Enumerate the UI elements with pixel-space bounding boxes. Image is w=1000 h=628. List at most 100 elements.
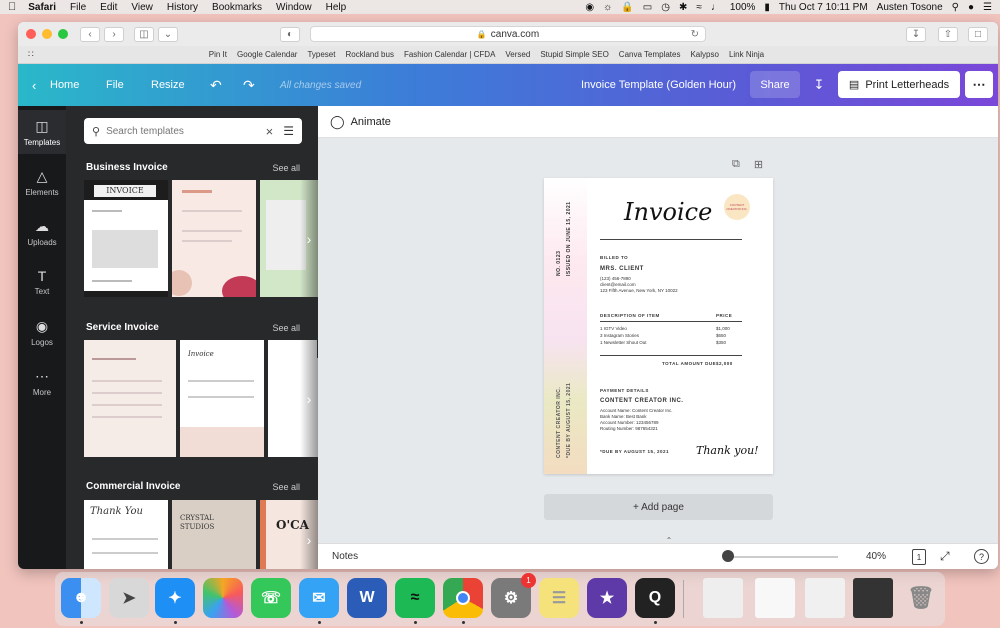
recent-document-3-icon[interactable] xyxy=(805,578,845,618)
notes-button[interactable]: Notes xyxy=(332,551,358,562)
rail-text[interactable]: T Text xyxy=(18,260,66,304)
rail-templates[interactable]: ◫ Templates xyxy=(18,110,66,154)
siri-icon[interactable]: ● xyxy=(968,2,974,13)
commercial-invoice-see-all[interactable]: See all xyxy=(272,482,300,492)
creative-cloud-icon[interactable]: ☼ xyxy=(603,2,612,13)
bookmark-google-calendar[interactable]: Google Calendar xyxy=(237,50,297,59)
template-thumb-commercial-1[interactable]: Thank You xyxy=(84,500,168,569)
bookmark-canva-templates[interactable]: Canva Templates xyxy=(619,50,681,59)
template-search-input[interactable] xyxy=(106,125,266,137)
template-search-box[interactable]: ⚲ × ☰ xyxy=(84,118,302,144)
menu-edit[interactable]: Edit xyxy=(100,2,117,13)
service-invoice-see-all[interactable]: See all xyxy=(272,323,300,333)
share-button[interactable]: Share xyxy=(750,71,800,98)
document-title[interactable]: Invoice Template (Golden Hour) xyxy=(581,79,736,91)
zoom-window-button[interactable] xyxy=(58,29,68,39)
reload-icon[interactable]: ↻ xyxy=(691,29,699,40)
template-thumb-business-1[interactable]: INVOICE xyxy=(84,180,168,297)
download-icon[interactable]: ↧ xyxy=(808,71,830,98)
bookmark-typeset[interactable]: Typeset xyxy=(307,50,335,59)
menu-view[interactable]: View xyxy=(131,2,153,13)
sidebar-toggle-icon[interactable]: ◫ xyxy=(134,26,154,42)
rail-uploads[interactable]: ☁ Uploads xyxy=(18,210,66,254)
fullscreen-icon[interactable]: ⤢ xyxy=(940,549,950,564)
invoice-page[interactable]: NO. 0123 ISSUED ON JUNE 15, 2021 CONTENT… xyxy=(544,178,773,474)
rail-elements[interactable]: △ Elements xyxy=(18,160,66,204)
facetime-icon[interactable]: ☏ xyxy=(251,578,291,618)
template-thumb-business-2[interactable] xyxy=(172,180,256,297)
photos-icon[interactable] xyxy=(203,578,243,618)
recent-document-4-icon[interactable] xyxy=(853,578,893,618)
forward-button[interactable]: › xyxy=(104,26,124,42)
zoom-slider-track[interactable] xyxy=(726,556,838,558)
quicktime-icon[interactable]: Q xyxy=(635,578,675,618)
home-chevron-icon[interactable]: ‹ xyxy=(32,78,36,93)
zoom-level[interactable]: 40% xyxy=(866,551,886,562)
home-button[interactable]: Home xyxy=(50,79,79,91)
privacy-shield-icon[interactable]: ◐ xyxy=(280,26,300,42)
apple-menu-icon[interactable]:  xyxy=(8,1,16,13)
safari-compass-icon[interactable]: ✦ xyxy=(155,578,195,618)
template-thumb-commercial-2[interactable]: CRYSTAL STUDIOS xyxy=(172,500,256,569)
messages-icon[interactable]: ✉ xyxy=(299,578,339,618)
downloads-icon[interactable]: ↧ xyxy=(906,26,926,42)
template-thumb-service-2[interactable]: Invoice xyxy=(180,340,264,457)
filter-sliders-icon[interactable]: ☰ xyxy=(283,124,294,138)
spotlight-search-icon[interactable]: ⚲ xyxy=(952,2,959,13)
add-page-icon[interactable]: ⊞ xyxy=(754,158,763,171)
close-window-button[interactable] xyxy=(26,29,36,39)
recent-document-2-icon[interactable] xyxy=(755,578,795,618)
record-icon[interactable]: ◉ xyxy=(585,2,594,13)
animate-button[interactable]: Animate xyxy=(351,116,391,128)
redo-icon[interactable]: ↷ xyxy=(243,77,255,94)
template-thumb-service-1[interactable] xyxy=(84,340,176,457)
bookmark-pin-it[interactable]: Pin It xyxy=(209,50,227,59)
file-menu-button[interactable]: File xyxy=(106,79,124,91)
menu-bookmarks[interactable]: Bookmarks xyxy=(212,2,262,13)
bookmark-stupid-simple-seo[interactable]: Stupid Simple SEO xyxy=(540,50,608,59)
recent-document-1-icon[interactable] xyxy=(703,578,743,618)
time-machine-icon[interactable]: ◷ xyxy=(661,2,670,13)
add-page-button[interactable]: + Add page xyxy=(544,494,773,520)
bookmark-kalypso[interactable]: Kalypso xyxy=(690,50,718,59)
new-tab-icon[interactable]: □ xyxy=(968,26,988,42)
page-count-button[interactable]: 1 xyxy=(912,549,926,565)
control-center-icon[interactable]: ☰ xyxy=(983,2,992,13)
bookmark-rockland-bus[interactable]: Rockland bus xyxy=(345,50,393,59)
lock-icon[interactable]: 🔒 xyxy=(621,2,633,13)
animate-icon[interactable]: ◯ xyxy=(330,114,345,130)
rail-logos[interactable]: ◉ Logos xyxy=(18,310,66,354)
menu-window[interactable]: Window xyxy=(276,2,312,13)
bookmark-fashion-calendar[interactable]: Fashion Calendar | CFDA xyxy=(404,50,495,59)
address-bar[interactable]: 🔒 canva.com ↻ xyxy=(310,26,706,42)
word-icon[interactable]: W xyxy=(347,578,387,618)
more-options-icon[interactable]: ⋯ xyxy=(965,71,993,98)
menubar-user[interactable]: Austen Tosone xyxy=(877,2,943,13)
commercial-invoice-next-arrow-icon[interactable]: › xyxy=(300,500,318,569)
tab-overview-chevron-icon[interactable]: ⌄ xyxy=(158,26,178,42)
spotify-icon[interactable]: ≈ xyxy=(395,578,435,618)
launchpad-rocket-icon[interactable]: ➤ xyxy=(109,578,149,618)
help-button[interactable]: ? xyxy=(974,549,989,564)
volume-icon[interactable]: ♩ xyxy=(711,2,721,13)
menu-file[interactable]: File xyxy=(70,2,86,13)
finder-icon[interactable]: ☻ xyxy=(61,578,101,618)
chrome-icon[interactable] xyxy=(443,578,483,618)
notes-app-icon[interactable]: ☰ xyxy=(539,578,579,618)
resize-button[interactable]: Resize xyxy=(151,79,185,91)
back-button[interactable]: ‹ xyxy=(80,26,100,42)
battery-icon[interactable]: ▮ xyxy=(764,2,770,13)
menubar-clock[interactable]: Thu Oct 7 10:11 PM xyxy=(779,2,868,13)
trash-icon[interactable]: 🗑 xyxy=(901,578,941,618)
minimize-window-button[interactable] xyxy=(42,29,52,39)
bookmarks-grid-icon[interactable]: ∷ xyxy=(28,49,34,60)
undo-icon[interactable]: ↶ xyxy=(210,77,222,94)
business-invoice-see-all[interactable]: See all xyxy=(272,163,300,173)
zoom-slider-handle[interactable] xyxy=(722,550,734,562)
menu-history[interactable]: History xyxy=(167,2,198,13)
business-invoice-next-arrow-icon[interactable]: › xyxy=(300,180,318,297)
bluetooth-icon[interactable]: ✱ xyxy=(679,2,687,13)
service-invoice-next-arrow-icon[interactable]: › xyxy=(300,340,318,457)
duplicate-page-icon[interactable]: ⧉ xyxy=(732,158,740,171)
imovie-star-icon[interactable]: ★ xyxy=(587,578,627,618)
